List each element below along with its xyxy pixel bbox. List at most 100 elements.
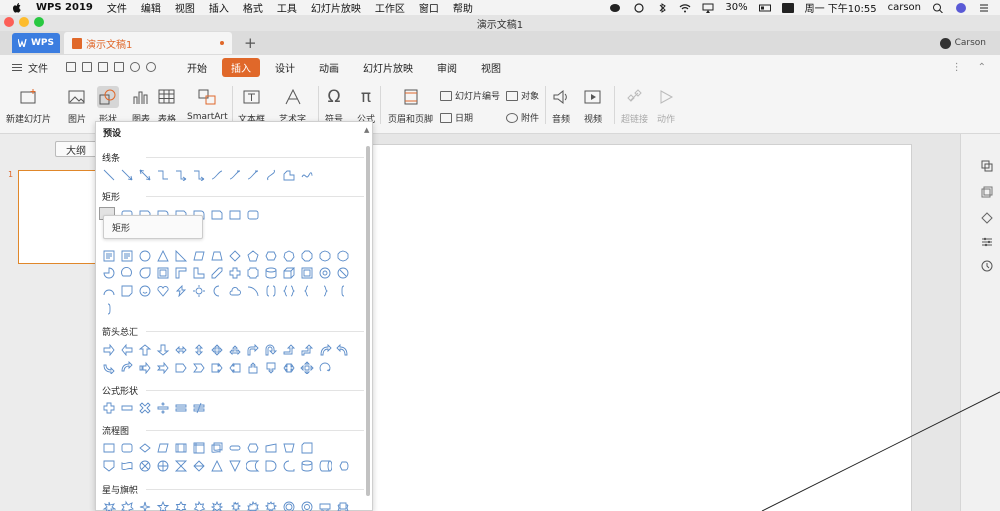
proc-shape-icon[interactable]	[102, 441, 116, 454]
snip-shape-icon[interactable]	[210, 208, 224, 221]
print-icon[interactable]	[114, 62, 124, 72]
heart-shape-icon[interactable]	[156, 284, 170, 297]
notch-shape-icon[interactable]	[156, 361, 170, 374]
para-shape-icon[interactable]	[192, 249, 206, 262]
extr-shape-icon[interactable]	[210, 459, 224, 472]
dec-shape-icon[interactable]	[336, 249, 350, 262]
hamburger-menu-icon[interactable]	[12, 63, 22, 71]
dec-shape-icon[interactable]	[318, 249, 332, 262]
card-shape-icon[interactable]	[300, 441, 314, 454]
bluetooth-icon[interactable]	[656, 2, 668, 13]
stor-shape-icon[interactable]	[246, 459, 260, 472]
clock[interactable]: 周一 下午10:55	[805, 0, 877, 15]
chev-shape-icon[interactable]	[192, 361, 206, 374]
moon-shape-icon[interactable]	[210, 284, 224, 297]
audio-button[interactable]: 音频	[550, 86, 572, 125]
exp2-shape-icon[interactable]	[120, 500, 134, 511]
hex-shape-icon[interactable]	[264, 249, 278, 262]
tab-view[interactable]: 视图	[472, 58, 510, 77]
format-painter-icon[interactable]	[98, 62, 108, 72]
elbow-shape-icon[interactable]	[156, 168, 170, 181]
orr-shape-icon[interactable]	[156, 459, 170, 472]
curL-shape-icon[interactable]	[336, 343, 350, 356]
hept-shape-icon[interactable]	[282, 249, 296, 262]
settings-sliders-icon[interactable]	[981, 236, 993, 248]
uturn-shape-icon[interactable]	[264, 343, 278, 356]
qcall-shape-icon[interactable]	[300, 361, 314, 374]
sync-icon[interactable]	[633, 2, 645, 13]
elbowA-shape-icon[interactable]	[192, 168, 206, 181]
fold-shape-icon[interactable]	[120, 284, 134, 297]
new-tab-button[interactable]: +	[244, 34, 257, 52]
stripR-shape-icon[interactable]	[138, 361, 152, 374]
drawn-line-shape[interactable]	[740, 380, 1000, 511]
bup-shape-icon[interactable]	[300, 343, 314, 356]
s16-shape-icon[interactable]	[264, 500, 278, 511]
bent-shape-icon[interactable]	[246, 343, 260, 356]
man-shape-icon[interactable]	[264, 441, 278, 454]
circA-shape-icon[interactable]	[318, 361, 332, 374]
slide-number-button[interactable]: 幻灯片编号	[440, 89, 500, 102]
eq-shape-icon[interactable]	[174, 401, 188, 414]
curR-shape-icon[interactable]	[318, 343, 332, 356]
airplay-icon[interactable]	[702, 3, 714, 13]
donut-shape-icon[interactable]	[318, 266, 332, 279]
frame-shape-icon[interactable]	[156, 266, 170, 279]
tab-slideshow[interactable]: 幻灯片放映	[354, 58, 422, 77]
slide-thumbnail[interactable]	[18, 170, 98, 264]
pre-shape-icon[interactable]	[174, 441, 188, 454]
history-icon[interactable]	[981, 260, 993, 272]
tab-review[interactable]: 审阅	[428, 58, 466, 77]
collapse-ribbon-icon[interactable]: ⌃	[978, 62, 986, 73]
menu-window[interactable]: 窗口	[419, 0, 439, 15]
exp-shape-icon[interactable]	[102, 500, 116, 511]
date-button[interactable]: 日期	[440, 111, 473, 124]
menu-insert[interactable]: 插入	[209, 0, 229, 15]
picture-button[interactable]: 图片	[66, 86, 88, 125]
lrcall-shape-icon[interactable]	[282, 361, 296, 374]
file-menu-button[interactable]: 文件	[28, 60, 48, 75]
more-options-icon[interactable]: ⋮	[952, 62, 962, 73]
minus-shape-icon[interactable]	[120, 401, 134, 414]
dat-shape-icon[interactable]	[156, 441, 170, 454]
dcall-shape-icon[interactable]	[264, 361, 278, 374]
lru-shape-icon[interactable]	[228, 343, 242, 356]
wordart-button[interactable]: 艺术字	[279, 86, 306, 125]
circle-shape-icon[interactable]	[138, 249, 152, 262]
outline-tab[interactable]: 大纲	[55, 141, 97, 157]
de-keyboard-icon[interactable]	[781, 2, 794, 13]
lup-shape-icon[interactable]	[282, 343, 296, 356]
ua-shape-icon[interactable]	[138, 343, 152, 356]
ist-shape-icon[interactable]	[192, 441, 206, 454]
da-shape-icon[interactable]	[156, 343, 170, 356]
curve-shape-icon[interactable]	[210, 168, 224, 181]
rrect-shape-icon[interactable]	[246, 208, 260, 221]
plaque-shape-icon[interactable]	[246, 266, 260, 279]
pie-shape-icon[interactable]	[102, 266, 116, 279]
open-icon[interactable]	[66, 62, 76, 72]
arcb-shape-icon[interactable]	[246, 284, 260, 297]
zoom-window-button[interactable]	[34, 17, 44, 27]
s32-shape-icon[interactable]	[300, 500, 314, 511]
trap-shape-icon[interactable]	[210, 249, 224, 262]
attachment-button[interactable]: 附件	[506, 111, 539, 124]
tab-insert[interactable]: 插入	[222, 57, 260, 77]
s10-shape-icon[interactable]	[228, 500, 242, 511]
lbrc-shape-icon[interactable]	[300, 284, 314, 297]
table-button[interactable]: 表格	[156, 86, 178, 125]
apple-icon[interactable]	[12, 2, 22, 13]
dec2-shape-icon[interactable]	[138, 441, 152, 454]
s7-shape-icon[interactable]	[192, 500, 206, 511]
oct-shape-icon[interactable]	[300, 249, 314, 262]
hyperlink-button[interactable]: 超链接	[621, 86, 648, 125]
tab-home[interactable]: 开始	[178, 58, 216, 77]
prep-shape-icon[interactable]	[246, 441, 260, 454]
curD-shape-icon[interactable]	[120, 361, 134, 374]
plus-shape-icon[interactable]	[102, 401, 116, 414]
cloud-shape-icon[interactable]	[228, 284, 242, 297]
video-button[interactable]: 视频	[582, 86, 604, 125]
delay-shape-icon[interactable]	[264, 459, 278, 472]
formula-button[interactable]: π 公式	[355, 86, 377, 125]
bevel-shape-icon[interactable]	[300, 266, 314, 279]
wps-home-tab[interactable]: WPS	[12, 33, 60, 53]
